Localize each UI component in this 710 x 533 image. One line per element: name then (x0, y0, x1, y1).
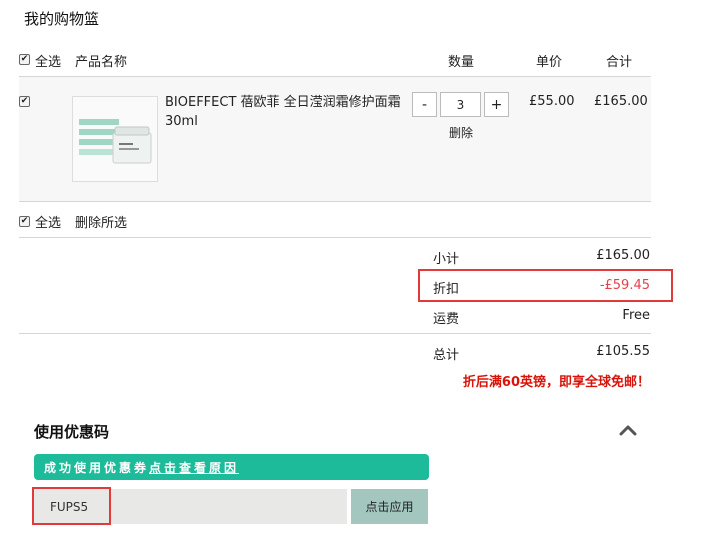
quantity-increment-button[interactable]: + (484, 92, 509, 117)
shipping-label: 运费 (433, 312, 460, 327)
free-shipping-promo: 折后满60英镑，即享全球免邮！ (462, 375, 650, 390)
total-label: 总计 (433, 348, 460, 363)
apply-coupon-button[interactable]: 点击应用 (351, 489, 428, 524)
discount-label: 折扣 (433, 282, 460, 297)
item-checkbox[interactable] (19, 96, 30, 107)
total-value: £105.55 (596, 344, 650, 359)
column-header-total: 合计 (606, 55, 633, 70)
line-total: £165.00 (594, 94, 648, 109)
coupon-code-highlight-box (32, 487, 111, 525)
coupon-reason-link[interactable]: 点击查看原因 (149, 459, 239, 476)
quantity-decrement-button[interactable]: - (412, 92, 437, 117)
unit-price: £55.00 (529, 94, 575, 109)
shipping-value: Free (622, 308, 650, 323)
coupon-success-text: 成功使用优惠券 (44, 460, 150, 475)
column-header-unit-price: 单价 (536, 55, 563, 70)
column-header-quantity: 数量 (448, 55, 475, 70)
collapse-chevron-up-icon[interactable] (617, 421, 639, 439)
delete-selected-link[interactable]: 删除所选 (75, 212, 127, 231)
page-title: 我的购物篮 (24, 10, 100, 28)
summary-divider (19, 333, 651, 334)
footer-divider (19, 237, 651, 238)
column-header-product-name: 产品名称 (75, 55, 128, 70)
product-name[interactable]: BIOEFFECT 蓓欧菲 全日滢润霜修护面霜 30ml (165, 93, 405, 131)
row-divider (19, 201, 651, 202)
coupon-section-title: 使用优惠码 (34, 423, 110, 441)
select-all-label-header: 全选 (35, 55, 62, 70)
subtotal-label: 小计 (433, 252, 460, 267)
remove-item-link[interactable]: 删除 (449, 124, 473, 141)
quantity-input[interactable] (440, 92, 481, 117)
product-image[interactable] (72, 96, 158, 182)
select-all-checkbox-footer[interactable] (19, 216, 30, 227)
coupon-success-banner: 成功使用优惠券 点击查看原因 (34, 454, 429, 480)
select-all-checkbox-header[interactable] (19, 54, 30, 65)
discount-value: -£59.45 (599, 278, 650, 293)
select-all-label-footer: 全选 (35, 216, 62, 231)
subtotal-value: £165.00 (596, 248, 650, 263)
